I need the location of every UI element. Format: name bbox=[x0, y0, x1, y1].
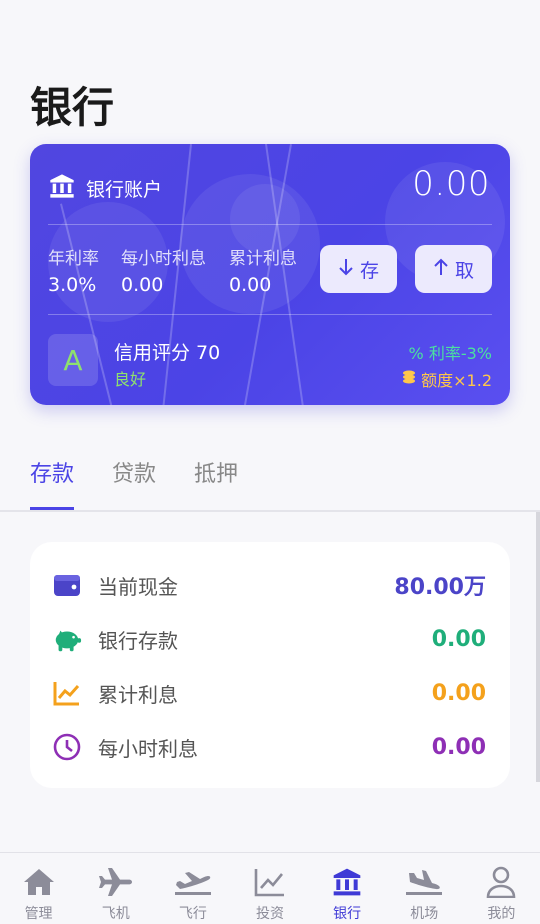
account-balance: 0.00 bbox=[412, 164, 490, 204]
trend-chart-icon bbox=[52, 678, 82, 708]
nav-label: 飞行 bbox=[178, 906, 207, 922]
credit-grade-badge: A bbox=[48, 334, 98, 386]
list-item: 累计利息 0.00 bbox=[52, 673, 486, 713]
nav-label: 我的 bbox=[487, 906, 516, 922]
row-value: 0.00 bbox=[431, 680, 486, 706]
airplane-icon bbox=[98, 865, 134, 899]
row-label: 每小时利息 bbox=[98, 736, 198, 761]
row-label: 累计利息 bbox=[98, 682, 178, 707]
scrollbar[interactable] bbox=[536, 512, 540, 782]
divider bbox=[48, 224, 492, 225]
perk-limit: 额度×1.2 bbox=[401, 367, 492, 391]
row-label: 当前现金 bbox=[98, 574, 178, 599]
stat-value: 0.00 bbox=[229, 274, 272, 296]
row-value: 80.00万 bbox=[394, 575, 486, 600]
divider bbox=[48, 314, 492, 315]
withdraw-button[interactable]: 取 bbox=[415, 245, 492, 293]
bank-account-card: 银行账户 0.00 年利率 3.0% 每小时利息 0.00 累计利息 0.00 … bbox=[30, 144, 510, 405]
bank-icon bbox=[331, 865, 363, 899]
credit-score: 信用评分 70 bbox=[114, 342, 221, 364]
stat-label: 累计利息 bbox=[229, 249, 297, 269]
chart-icon bbox=[254, 865, 286, 899]
bottom-nav: 管理 飞机 飞行 投资 银行 机场 我的 bbox=[0, 852, 540, 924]
stat-hourly-interest: 每小时利息 0.00 bbox=[121, 244, 206, 296]
nav-label: 管理 bbox=[24, 906, 53, 922]
card-label: 银行账户 bbox=[86, 178, 163, 201]
tab-mortgage[interactable]: 抵押 bbox=[194, 456, 238, 510]
row-label: 银行存款 bbox=[98, 628, 178, 653]
clock-icon bbox=[52, 732, 82, 762]
nav-label: 机场 bbox=[410, 906, 439, 922]
list-item: 每小时利息 0.00 bbox=[52, 727, 486, 767]
stat-total-interest: 累计利息 0.00 bbox=[229, 244, 297, 296]
nav-item-aircraft[interactable]: 飞机 bbox=[77, 853, 154, 924]
row-value: 0.00 bbox=[431, 626, 486, 652]
perk-rate-text: 利率-3% bbox=[428, 344, 492, 363]
credit-level: 良好 bbox=[114, 370, 147, 389]
list-item: 当前现金 80.00万 bbox=[52, 565, 486, 605]
person-icon bbox=[486, 865, 516, 899]
nav-item-manage[interactable]: 管理 bbox=[0, 853, 77, 924]
nav-item-airport[interactable]: 机场 bbox=[386, 853, 463, 924]
perk-rate: % 利率-3% bbox=[409, 340, 492, 364]
nav-item-bank[interactable]: 银行 bbox=[309, 853, 386, 924]
perk-limit-text: 额度×1.2 bbox=[421, 371, 492, 390]
divider bbox=[0, 510, 540, 512]
nav-label: 银行 bbox=[333, 906, 362, 922]
stat-annual-rate: 年利率 3.0% bbox=[48, 244, 99, 296]
tab-loan[interactable]: 贷款 bbox=[112, 456, 156, 510]
nav-label: 飞机 bbox=[101, 906, 130, 922]
takeoff-icon bbox=[173, 865, 213, 899]
nav-label: 投资 bbox=[255, 906, 284, 922]
row-value: 0.00 bbox=[431, 734, 486, 760]
stat-value: 0.00 bbox=[121, 274, 164, 296]
bank-icon bbox=[48, 172, 76, 204]
deposit-label: 存 bbox=[359, 259, 379, 282]
percent-icon: % bbox=[408, 344, 424, 363]
withdraw-label: 取 bbox=[454, 259, 474, 282]
list-item: 银行存款 0.00 bbox=[52, 619, 486, 659]
page-title: 银行 bbox=[30, 83, 115, 132]
tab-bar: 存款 贷款 抵押 bbox=[30, 456, 238, 510]
tab-deposit[interactable]: 存款 bbox=[30, 456, 75, 510]
nav-item-flight[interactable]: 飞行 bbox=[154, 853, 231, 924]
nav-item-invest[interactable]: 投资 bbox=[231, 853, 308, 924]
nav-item-profile[interactable]: 我的 bbox=[463, 853, 540, 924]
stat-value: 3.0% bbox=[48, 274, 97, 296]
card-header: 银行账户 bbox=[48, 172, 162, 204]
deposit-button[interactable]: 存 bbox=[320, 245, 397, 293]
stat-label: 年利率 bbox=[48, 249, 99, 269]
wallet-icon bbox=[52, 570, 82, 600]
piggy-bank-icon bbox=[52, 624, 82, 654]
arrow-down-icon bbox=[338, 258, 354, 281]
arrow-up-icon bbox=[433, 258, 449, 281]
home-icon bbox=[22, 865, 56, 899]
summary-card: 当前现金 80.00万 银行存款 0.00 累计利息 0.00 每小时利息 0.… bbox=[30, 542, 510, 788]
landing-icon bbox=[404, 865, 444, 899]
coins-icon bbox=[401, 369, 417, 389]
stat-label: 每小时利息 bbox=[121, 249, 206, 269]
